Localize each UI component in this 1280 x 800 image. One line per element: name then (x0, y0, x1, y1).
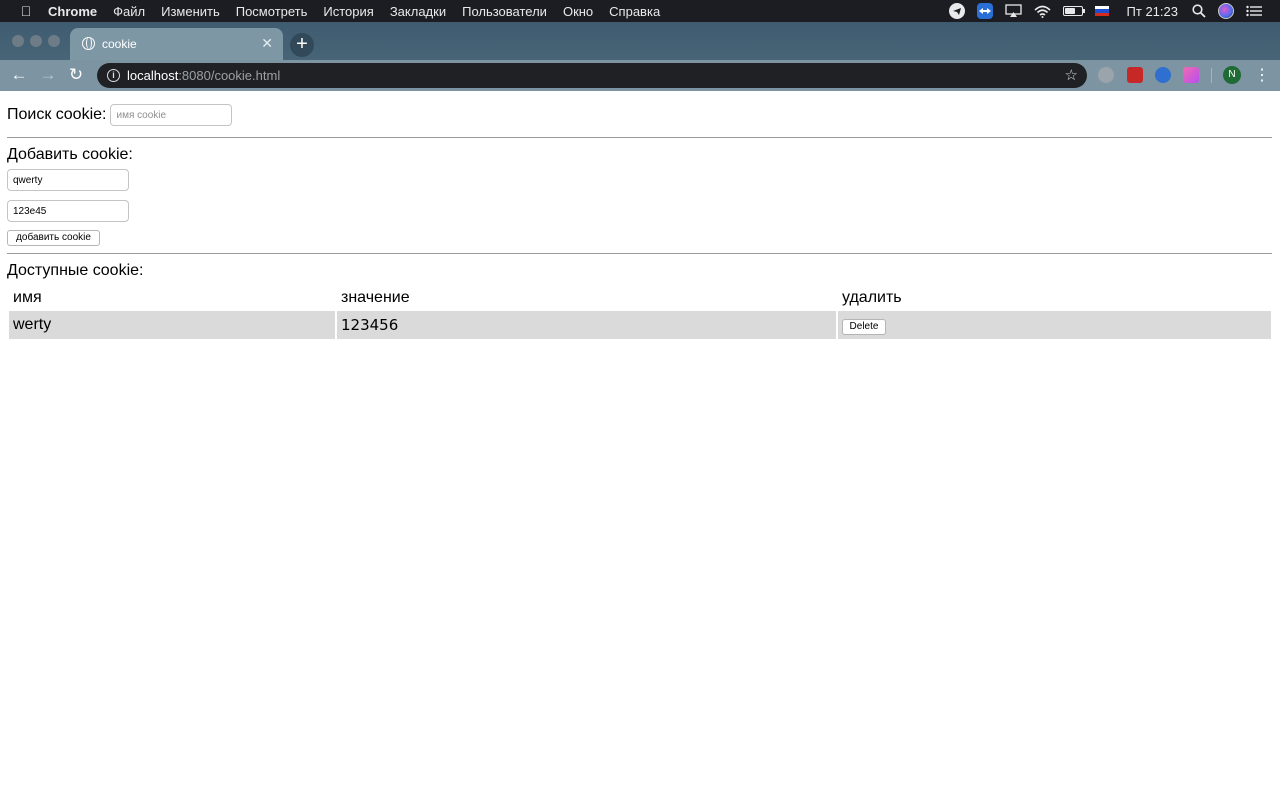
window-zoom-button[interactable] (48, 35, 60, 47)
vpn-extension-icon[interactable] (1155, 67, 1171, 83)
tab-title: cookie (102, 37, 137, 51)
tab-cookie[interactable]: cookie ✕ (70, 28, 283, 60)
tab-strip: cookie ✕ + (0, 22, 1280, 60)
color-extension-icon[interactable] (1183, 67, 1199, 83)
cookie-value-cell: 123456 (337, 311, 836, 339)
search-input[interactable] (110, 104, 233, 126)
window-close-button[interactable] (12, 35, 24, 47)
battery-icon[interactable] (1062, 0, 1085, 22)
reload-icon[interactable]: ↻ (66, 65, 86, 85)
cookie-delete-cell: Delete (838, 311, 1271, 339)
chrome-menu-icon[interactable]: ⋮ (1254, 65, 1270, 85)
url-text[interactable]: localhost:8080/cookie.html (127, 68, 280, 83)
available-cookies-heading: Доступные cookie: (7, 262, 144, 279)
telegram-icon[interactable] (948, 0, 965, 22)
notification-center-icon[interactable] (1246, 0, 1262, 22)
menu-file[interactable]: Файл (113, 4, 145, 19)
bookmark-star-icon[interactable]: ☆ (1065, 66, 1078, 84)
menu-app-chrome[interactable]: Chrome (48, 4, 97, 19)
delete-cookie-button[interactable]: Delete (842, 318, 886, 335)
table-row: werty 123456 Delete (9, 311, 1271, 339)
menu-view[interactable]: Посмотреть (236, 4, 308, 19)
cookie-name-input[interactable] (7, 169, 129, 191)
search-row: Поиск cookie: (7, 104, 233, 126)
browser-toolbar: ← → ↻ i localhost:8080/cookie.html ☆ N ⋮ (0, 60, 1280, 91)
airplay-icon[interactable] (1004, 0, 1022, 22)
menu-history[interactable]: История (323, 4, 373, 19)
russian-flag-icon[interactable] (1094, 0, 1109, 22)
readlater-extension-icon[interactable] (1127, 67, 1143, 83)
column-header-name: имя (13, 288, 42, 306)
wifi-icon[interactable] (1034, 0, 1051, 22)
toolbar-separator (1211, 68, 1212, 83)
menubar-status-area: Пт 21:23 (948, 0, 1280, 22)
globe-icon (82, 37, 95, 50)
macos-menu-bar:  Chrome Файл Изменить Посмотреть Истори… (0, 0, 1280, 22)
cookies-table: имя значение удалить werty 123456 Delete (7, 284, 1273, 341)
column-header-delete: удалить (842, 288, 902, 306)
menu-help[interactable]: Справка (609, 4, 660, 19)
teamviewer-icon[interactable] (976, 0, 993, 22)
new-tab-button[interactable]: + (290, 33, 314, 57)
page-content: Поиск cookie: Добавить cookie: добавить … (0, 91, 1280, 800)
column-header-value: значение (341, 288, 410, 306)
menu-people[interactable]: Пользователи (462, 4, 547, 19)
siri-icon[interactable] (1218, 0, 1234, 22)
adblock-extension-icon[interactable] (1098, 67, 1114, 83)
search-label: Поиск cookie: (7, 106, 107, 123)
forward-arrow-icon[interactable]: → (38, 65, 58, 85)
tab-close-icon[interactable]: ✕ (261, 35, 273, 52)
menu-bookmarks[interactable]: Закладки (390, 4, 446, 19)
address-bar[interactable]: i localhost:8080/cookie.html ☆ (97, 63, 1087, 88)
add-cookie-heading: Добавить cookie: (7, 146, 133, 163)
table-header-row: имя значение удалить (9, 286, 1271, 309)
divider (7, 137, 1272, 138)
search-icon[interactable] (1192, 0, 1206, 22)
menu-window[interactable]: Окно (563, 4, 593, 19)
back-arrow-icon[interactable]: ← (9, 65, 29, 85)
cookie-name-cell: werty (9, 311, 335, 339)
divider (7, 253, 1272, 254)
menu-edit[interactable]: Изменить (161, 4, 220, 19)
add-cookie-button[interactable]: добавить cookie (7, 230, 100, 246)
site-info-icon[interactable]: i (107, 69, 120, 82)
clock[interactable]: Пт 21:23 (1127, 0, 1178, 22)
profile-avatar[interactable]: N (1223, 66, 1241, 84)
cookie-value-input[interactable] (7, 200, 129, 222)
apple-menu-icon[interactable]:  (18, 3, 34, 19)
window-minimize-button[interactable] (30, 35, 42, 47)
